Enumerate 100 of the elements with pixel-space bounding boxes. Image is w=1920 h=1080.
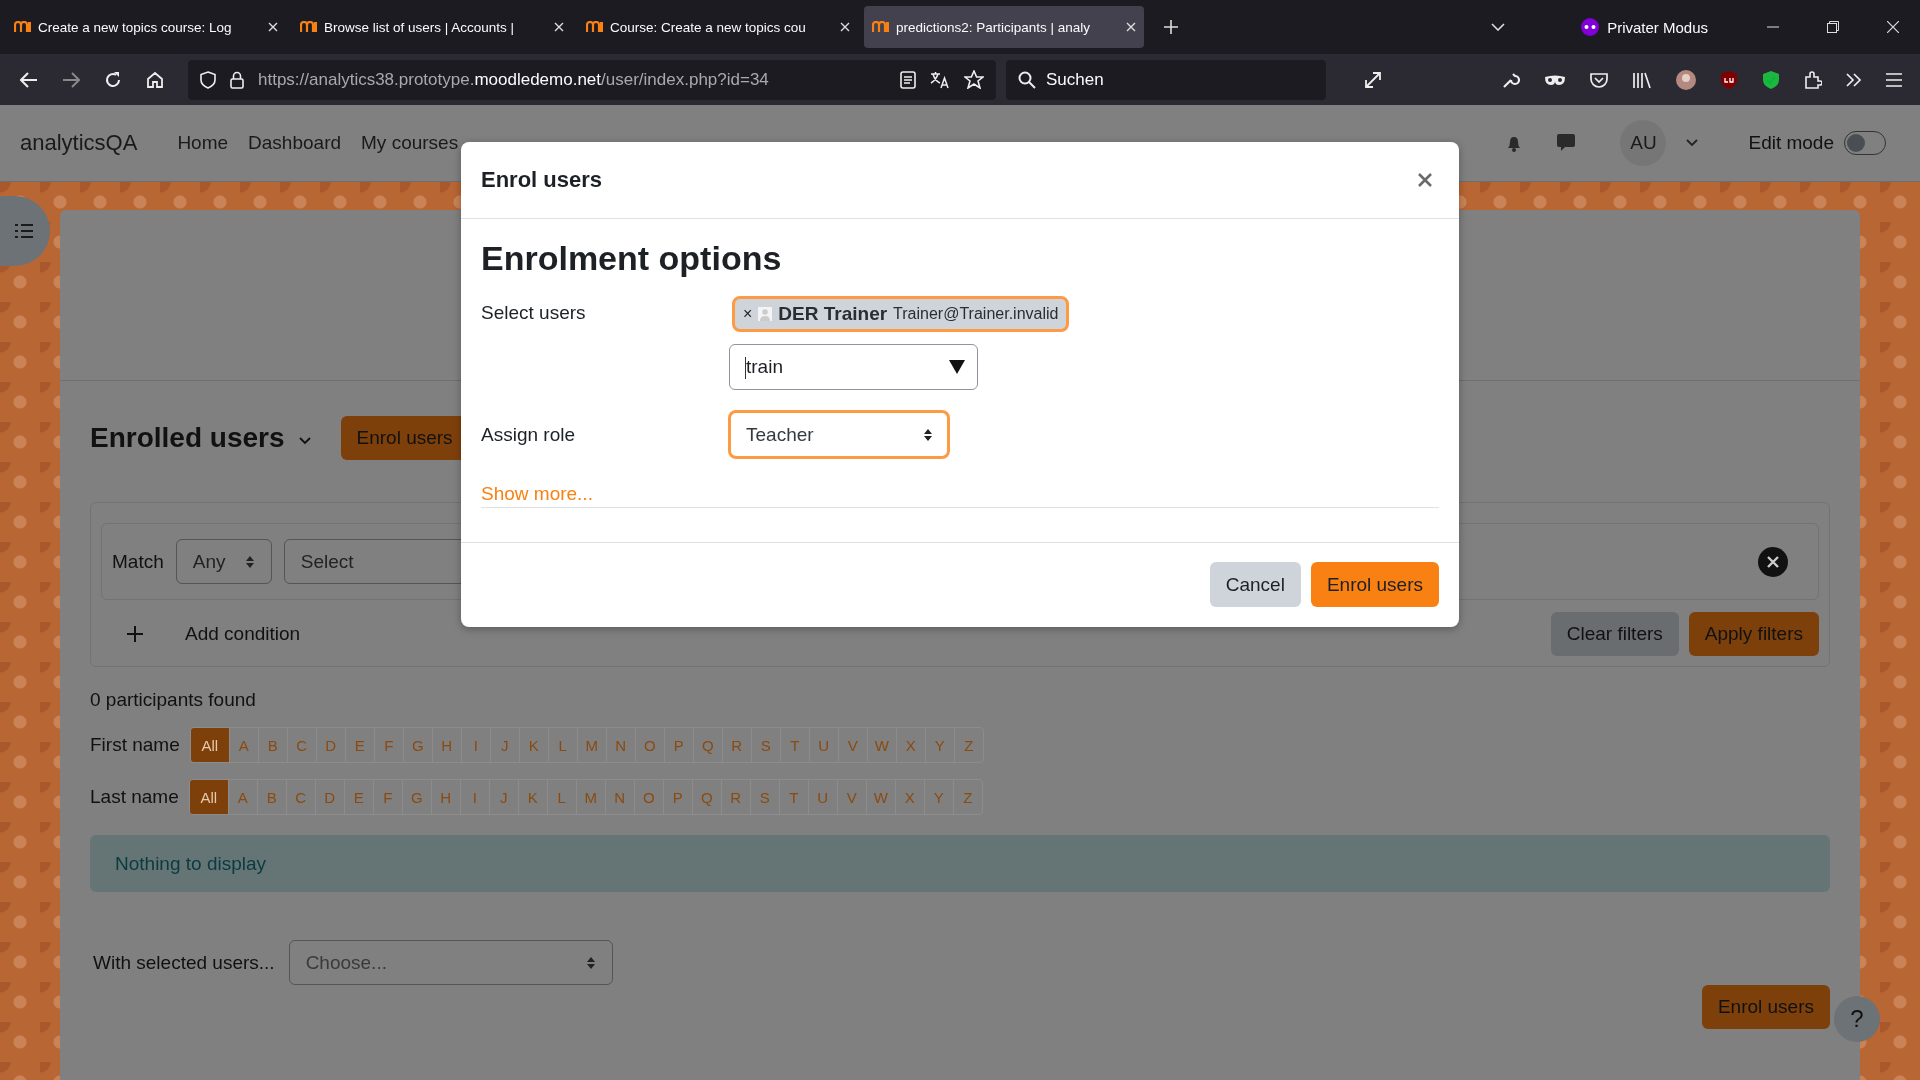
- library-icon[interactable]: [1632, 70, 1652, 89]
- shield-icon[interactable]: [200, 70, 216, 89]
- menu-icon[interactable]: [1886, 72, 1902, 87]
- initial-link[interactable]: D: [315, 728, 345, 762]
- initial-link[interactable]: G: [402, 728, 432, 762]
- initial-link[interactable]: All: [190, 728, 229, 762]
- initial-link[interactable]: P: [662, 780, 692, 814]
- new-tab-icon[interactable]: [1164, 20, 1178, 34]
- initial-link[interactable]: B: [256, 780, 286, 814]
- clear-filters-button[interactable]: Clear filters: [1550, 612, 1679, 656]
- initial-link[interactable]: L: [546, 780, 576, 814]
- initial-link[interactable]: G: [401, 780, 431, 814]
- chat-icon[interactable]: [1556, 133, 1577, 153]
- nav-link[interactable]: Dashboard: [248, 132, 342, 154]
- initial-link[interactable]: Y: [924, 728, 954, 762]
- initial-link[interactable]: I: [459, 780, 489, 814]
- initial-link[interactable]: D: [314, 780, 344, 814]
- initial-link[interactable]: N: [604, 780, 634, 814]
- enrol-users-button[interactable]: Enrol users: [1701, 985, 1830, 1029]
- initial-link[interactable]: W: [866, 728, 896, 762]
- initial-link[interactable]: A: [227, 780, 257, 814]
- initial-link[interactable]: R: [721, 728, 751, 762]
- show-more-link[interactable]: Show more...: [481, 483, 593, 504]
- back-icon[interactable]: [20, 71, 38, 88]
- browser-tab[interactable]: Create a new topics course: Log: [6, 6, 286, 48]
- initial-link[interactable]: V: [836, 780, 866, 814]
- initial-link[interactable]: All: [189, 780, 228, 814]
- initial-link[interactable]: X: [895, 728, 925, 762]
- nav-link[interactable]: Home: [177, 132, 229, 154]
- browser-tab[interactable]: predictions2: Participants | analy: [864, 6, 1144, 48]
- initial-link[interactable]: E: [343, 780, 373, 814]
- initial-link[interactable]: I: [460, 728, 490, 762]
- star-icon[interactable]: [964, 70, 984, 89]
- initial-link[interactable]: V: [837, 728, 867, 762]
- initial-link[interactable]: T: [778, 780, 808, 814]
- initial-link[interactable]: T: [779, 728, 809, 762]
- initial-link[interactable]: S: [750, 728, 780, 762]
- bell-icon[interactable]: [1506, 134, 1523, 152]
- chevrons-right-icon[interactable]: [1846, 72, 1862, 87]
- reload-icon[interactable]: [104, 70, 122, 89]
- initial-link[interactable]: F: [373, 728, 403, 762]
- role-select[interactable]: Teacher: [728, 410, 950, 459]
- enrol-users-button[interactable]: Enrol users: [1310, 562, 1439, 607]
- initial-link[interactable]: B: [257, 728, 287, 762]
- initial-link[interactable]: O: [634, 728, 664, 762]
- initial-link[interactable]: M: [576, 728, 606, 762]
- search-field[interactable]: Suchen: [1006, 59, 1326, 100]
- browser-tab[interactable]: Browse list of users | Accounts |: [292, 6, 572, 48]
- puzzle-icon[interactable]: [1804, 70, 1822, 89]
- shield-icon[interactable]: [1720, 69, 1738, 90]
- initial-link[interactable]: X: [894, 780, 924, 814]
- close-icon[interactable]: [1758, 546, 1788, 577]
- initial-link[interactable]: M: [575, 780, 605, 814]
- page-heading[interactable]: Enrolled users: [90, 422, 285, 454]
- apply-filters-button[interactable]: Apply filters: [1688, 612, 1819, 656]
- bulk-action-select[interactable]: Choose...: [288, 940, 613, 985]
- initial-link[interactable]: L: [547, 728, 577, 762]
- initial-link[interactable]: S: [749, 780, 779, 814]
- initial-link[interactable]: K: [518, 728, 548, 762]
- nav-link[interactable]: My courses: [361, 132, 459, 154]
- dropdown-arrow-icon[interactable]: [949, 360, 965, 374]
- initial-link[interactable]: O: [633, 780, 663, 814]
- plus-icon[interactable]: [127, 626, 143, 642]
- initial-link[interactable]: H: [431, 728, 461, 762]
- browser-tab[interactable]: Course: Create a new topics cou: [578, 6, 858, 48]
- forward-icon[interactable]: [62, 71, 80, 88]
- user-search-field[interactable]: train: [729, 344, 978, 390]
- initial-link[interactable]: U: [808, 728, 838, 762]
- profile-avatar-icon[interactable]: [1676, 69, 1696, 90]
- initial-link[interactable]: P: [663, 728, 693, 762]
- add-condition-link[interactable]: Add condition: [185, 623, 301, 645]
- selected-user-chip[interactable]: × DER Trainer Trainer@Trainer.invalid: [732, 296, 1070, 332]
- initial-link[interactable]: Z: [953, 728, 983, 762]
- cancel-button[interactable]: Cancel: [1209, 562, 1301, 607]
- initial-link[interactable]: K: [517, 780, 547, 814]
- user-avatar[interactable]: AU: [1620, 120, 1667, 166]
- drawer-toggle-button[interactable]: [0, 196, 50, 266]
- help-button[interactable]: ?: [1834, 996, 1880, 1042]
- mask-icon[interactable]: [1544, 73, 1566, 86]
- initial-link[interactable]: Q: [691, 780, 721, 814]
- initial-link[interactable]: Z: [952, 780, 982, 814]
- initial-link[interactable]: U: [807, 780, 837, 814]
- initial-link[interactable]: C: [285, 780, 315, 814]
- lock-icon[interactable]: [230, 70, 244, 89]
- remove-icon[interactable]: ×: [743, 305, 753, 323]
- initial-link[interactable]: H: [430, 780, 460, 814]
- translate-icon[interactable]: [930, 70, 950, 89]
- initial-link[interactable]: E: [344, 728, 374, 762]
- initial-link[interactable]: Q: [692, 728, 722, 762]
- initial-link[interactable]: J: [488, 780, 518, 814]
- initial-link[interactable]: A: [228, 728, 258, 762]
- home-icon[interactable]: [146, 70, 164, 89]
- initial-link[interactable]: R: [720, 780, 750, 814]
- reader-view-icon[interactable]: [900, 70, 916, 89]
- pocket-icon[interactable]: [1590, 71, 1608, 88]
- expand-icon[interactable]: [1364, 70, 1382, 89]
- initial-link[interactable]: F: [372, 780, 402, 814]
- initial-link[interactable]: J: [489, 728, 519, 762]
- initial-link[interactable]: Y: [923, 780, 953, 814]
- site-name[interactable]: analyticsQA: [20, 130, 138, 156]
